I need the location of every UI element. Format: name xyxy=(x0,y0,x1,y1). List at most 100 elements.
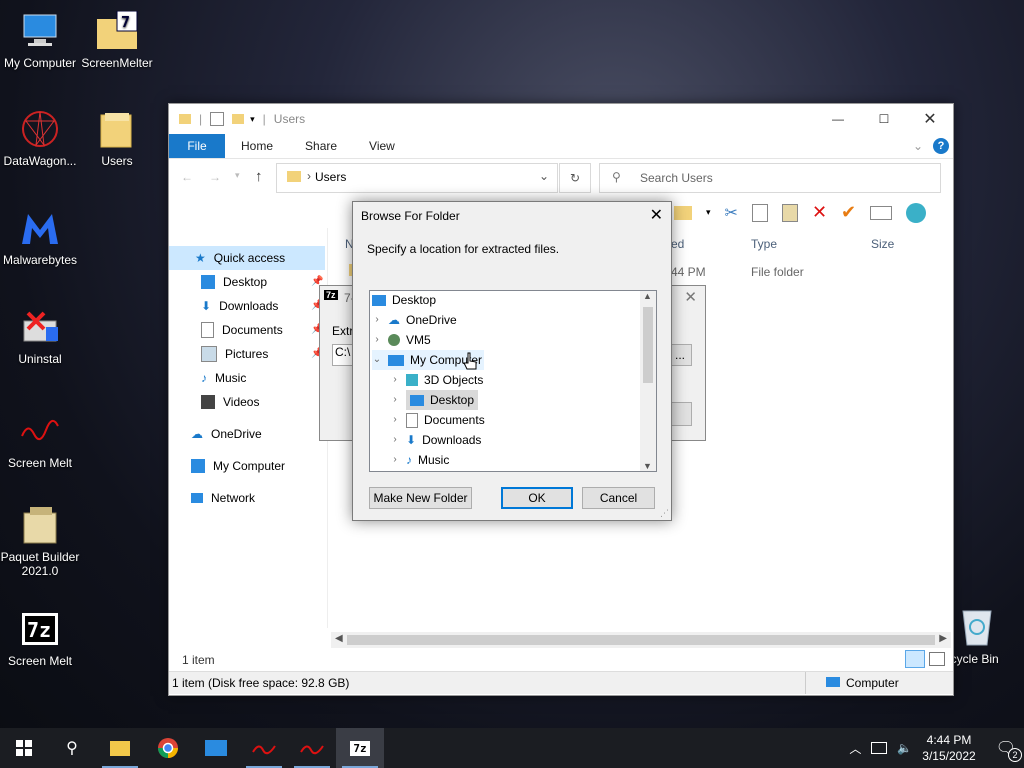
help-icon[interactable]: ? xyxy=(933,138,949,154)
nav-documents[interactable]: Documents xyxy=(201,319,283,341)
back-arrow-icon[interactable]: ← xyxy=(181,170,193,184)
new-folder-icon[interactable] xyxy=(232,114,245,124)
tree-item-3d-objects[interactable]: › 3D Objects xyxy=(390,370,483,390)
vertical-scrollbar[interactable]: ▲ ▼ xyxy=(640,291,656,471)
address-bar[interactable]: › Users ⌄ xyxy=(276,163,558,193)
copy-icon[interactable] xyxy=(751,203,768,222)
desktop-icon-malwarebytes[interactable]: Malwarebytes xyxy=(0,205,80,267)
nav-downloads[interactable]: ⬇ Downloads xyxy=(201,295,278,317)
chevron-right-icon[interactable]: › xyxy=(390,390,400,410)
chevron-down-icon[interactable]: ⌄ xyxy=(372,350,382,370)
chevron-down-icon[interactable]: ▾ xyxy=(250,114,255,125)
chevron-right-icon[interactable]: › xyxy=(390,430,400,450)
chevron-right-icon[interactable]: › xyxy=(390,450,400,470)
column-header-size[interactable]: Size xyxy=(871,237,894,251)
taskbar-chrome[interactable] xyxy=(144,728,192,768)
tab-share[interactable]: Share xyxy=(289,134,353,158)
maximize-button[interactable]: ☐ xyxy=(861,112,907,126)
scrollbar-thumb[interactable] xyxy=(643,307,653,383)
tree-item-music[interactable]: › ♪ Music xyxy=(390,450,449,470)
minimize-button[interactable]: — xyxy=(815,112,861,126)
details-view-icon[interactable] xyxy=(905,650,925,668)
globe-icon[interactable] xyxy=(906,202,927,223)
scrollbar-thumb[interactable] xyxy=(347,635,935,645)
rename-icon[interactable] xyxy=(870,205,893,220)
desktop-icon-my-computer[interactable]: My Computer xyxy=(0,8,80,70)
tree-item-desktop-2[interactable]: › Desktop xyxy=(390,390,479,410)
nav-my-computer[interactable]: My Computer xyxy=(191,455,285,477)
column-header-modified[interactable]: ed xyxy=(671,237,684,251)
chevron-right-icon[interactable]: › xyxy=(372,330,382,350)
cancel-button[interactable]: Cancel xyxy=(582,487,655,509)
desktop-icon-recycle-bin[interactable]: ecycle Bin xyxy=(944,604,1024,666)
volume-icon[interactable]: 🔈 xyxy=(897,741,912,755)
desktop-icon-datawagon[interactable]: DataWagon... xyxy=(0,106,80,168)
taskbar-screen-melt-1[interactable] xyxy=(240,728,288,768)
tree-item-vm5[interactable]: › VM5 xyxy=(372,330,430,350)
make-new-folder-button[interactable]: Make New Folder xyxy=(369,487,472,509)
chevron-right-icon[interactable]: › xyxy=(390,370,400,390)
column-header-type[interactable]: Type xyxy=(751,237,777,251)
desktop-icon-screen-melt-2[interactable]: 7z Screen Melt xyxy=(0,606,80,668)
horizontal-scrollbar[interactable]: ◀ ▶ xyxy=(331,632,951,648)
document-icon xyxy=(406,412,418,428)
resize-grip-icon[interactable]: ⋰ xyxy=(660,508,669,519)
ok-button[interactable]: OK xyxy=(501,487,573,509)
tree-item-onedrive[interactable]: › ☁ OneDrive xyxy=(372,310,456,330)
clock[interactable]: 4:44 PM 3/15/2022 xyxy=(922,732,975,764)
chevron-right-icon[interactable]: › xyxy=(390,410,400,430)
scroll-right-icon[interactable]: ▶ xyxy=(939,633,947,644)
chevron-down-icon[interactable]: ▾ xyxy=(235,170,240,181)
nav-quick-access[interactable]: ★ Quick access xyxy=(195,247,285,269)
scroll-down-icon[interactable]: ▼ xyxy=(643,461,652,471)
delete-icon[interactable]: ✕ xyxy=(812,202,827,223)
scroll-left-icon[interactable]: ◀ xyxy=(335,633,343,644)
taskbar-screen-melt-2[interactable] xyxy=(288,728,336,768)
search-box[interactable]: ⚲ Search Users xyxy=(599,163,941,193)
close-button[interactable]: ✕ xyxy=(650,205,663,225)
chrome-icon xyxy=(158,738,178,758)
tab-file[interactable]: File xyxy=(169,134,225,158)
chevron-down-icon[interactable]: ⌄ xyxy=(539,169,549,183)
nav-desktop[interactable]: Desktop xyxy=(201,271,267,293)
large-icons-view-icon[interactable] xyxy=(929,652,945,666)
notification-center-icon[interactable]: 🗨 2 xyxy=(996,738,1022,762)
close-button[interactable]: ✕ xyxy=(684,288,697,306)
forward-arrow-icon[interactable]: → xyxy=(209,170,221,184)
chevron-down-icon[interactable]: ▾ xyxy=(706,207,711,218)
taskbar-network-tool[interactable] xyxy=(192,728,240,768)
tree-item-desktop[interactable]: Desktop xyxy=(372,291,436,310)
cut-icon[interactable]: ✂ xyxy=(725,203,738,223)
chevron-right-icon[interactable]: › xyxy=(372,310,382,330)
tree-item-downloads[interactable]: › ⬇ Downloads xyxy=(390,430,481,450)
nav-music[interactable]: ♪ Music xyxy=(201,367,246,389)
desktop-icon-users[interactable]: Users xyxy=(77,106,157,168)
scroll-up-icon[interactable]: ▲ xyxy=(643,291,652,301)
network-icon[interactable] xyxy=(871,742,888,754)
nav-network[interactable]: Network xyxy=(191,487,255,509)
nav-onedrive[interactable]: ☁ OneDrive xyxy=(191,423,262,445)
desktop-icon-paquet-builder[interactable]: Paquet Builder 2021.0 xyxy=(0,502,80,578)
tab-home[interactable]: Home xyxy=(225,134,289,158)
tree-item-documents[interactable]: › Documents xyxy=(390,410,485,430)
start-button[interactable] xyxy=(0,728,48,768)
up-arrow-icon[interactable]: ↑ xyxy=(255,168,263,185)
tab-view[interactable]: View xyxy=(353,134,411,158)
refresh-button[interactable]: ↻ xyxy=(559,163,591,193)
folder-tree[interactable]: Desktop › ☁ OneDrive › VM5 ⌄ My Computer… xyxy=(369,290,657,472)
desktop-icon-screen-melt[interactable]: Screen Melt xyxy=(0,408,80,470)
nav-videos[interactable]: Videos xyxy=(201,391,259,413)
search-button[interactable]: ⚲ xyxy=(48,728,96,768)
properties-icon[interactable] xyxy=(210,112,225,126)
close-button[interactable]: ✕ xyxy=(907,109,953,129)
chevron-up-icon[interactable]: ︿ xyxy=(849,740,861,757)
folder-icon[interactable] xyxy=(674,205,692,220)
paste-icon[interactable] xyxy=(781,203,798,222)
check-icon[interactable]: ✔ xyxy=(841,202,856,223)
chevron-down-icon[interactable]: ⌄ xyxy=(913,139,923,153)
desktop-icon-uninstal[interactable]: Uninstal xyxy=(0,304,80,366)
desktop-icon-screenmelter[interactable]: 7 ScreenMelter xyxy=(77,8,157,70)
taskbar-file-explorer[interactable] xyxy=(96,728,144,768)
nav-pictures[interactable]: Pictures xyxy=(201,343,268,365)
taskbar-7zip[interactable]: 7z xyxy=(336,728,384,768)
